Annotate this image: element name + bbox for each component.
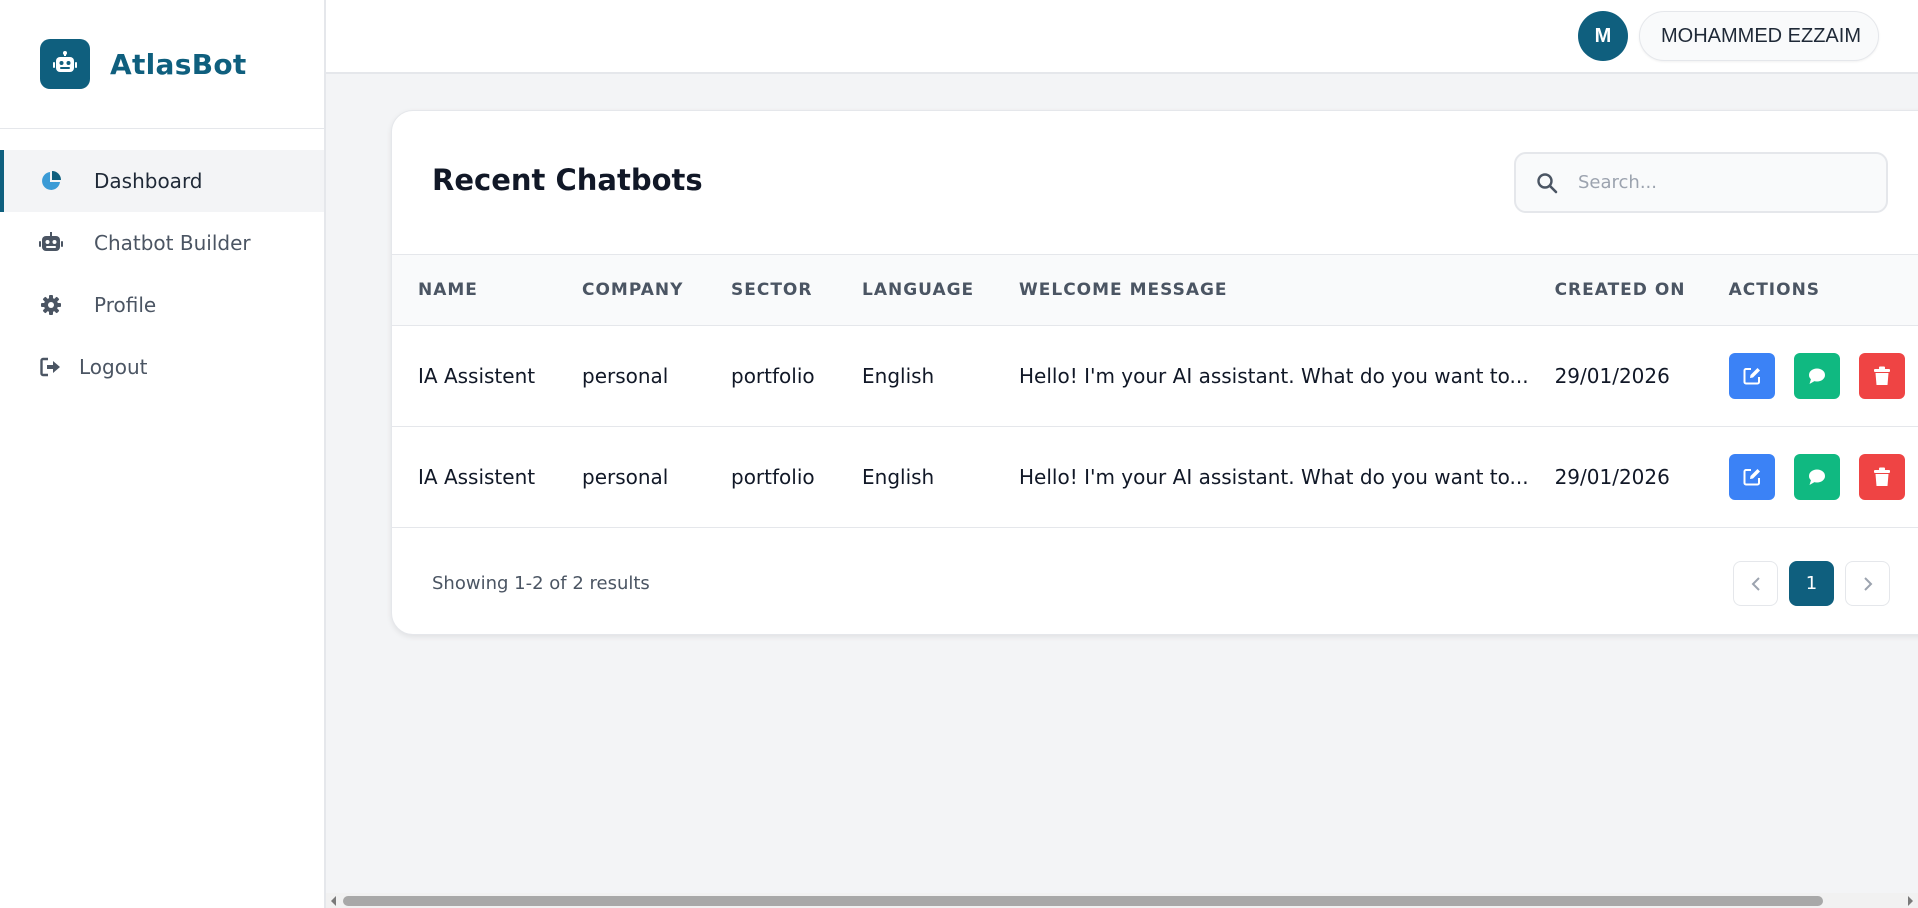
chat-bubble-icon — [1808, 368, 1825, 384]
cell-welcome-message: Hello! I'm your AI assistant. What do yo… — [1019, 465, 1529, 489]
brand: AtlasBot — [0, 0, 324, 129]
cell-name: IA Assistent — [418, 465, 536, 489]
scrollbar-thumb[interactable] — [343, 896, 1823, 906]
column-header-language[interactable]: LANGUAGE — [836, 255, 993, 326]
delete-button[interactable] — [1858, 353, 1905, 399]
search-icon — [1536, 171, 1560, 195]
avatar[interactable]: M — [1578, 11, 1628, 61]
column-header-welcome-message[interactable]: WELCOME MESSAGE — [993, 255, 1529, 326]
chat-bubble-icon — [1808, 469, 1825, 485]
sidebar: AtlasBot Dashboard Chatbot Builder Profi… — [0, 0, 326, 908]
page-title: Recent Chatbots — [432, 163, 703, 197]
sidebar-item-label: Profile — [94, 293, 157, 317]
cell-company: personal — [582, 465, 669, 489]
column-header-sector[interactable]: SECTOR — [705, 255, 836, 326]
pagination: 1 — [1733, 561, 1890, 606]
column-header-created-on[interactable]: CREATED ON — [1529, 255, 1703, 326]
trash-icon — [1873, 366, 1890, 385]
table-row: IA Assistent personal portfolio English … — [392, 427, 1918, 528]
chevron-left-icon — [1751, 576, 1760, 591]
edit-icon — [1743, 469, 1760, 486]
sidebar-item-label: Chatbot Builder — [94, 231, 251, 255]
robot-icon — [40, 39, 90, 89]
logout-icon — [38, 354, 64, 380]
table-row: IA Assistent personal portfolio English … — [392, 326, 1918, 427]
scroll-right-arrow-icon[interactable] — [1904, 895, 1916, 907]
sidebar-item-label: Logout — [79, 355, 148, 379]
search-input[interactable] — [1578, 172, 1868, 193]
cell-company: personal — [582, 364, 669, 388]
edit-button[interactable] — [1728, 353, 1775, 399]
cell-sector: portfolio — [731, 465, 815, 489]
column-header-actions: ACTIONS — [1728, 280, 1821, 300]
results-summary: Showing 1-2 of 2 results — [432, 573, 650, 594]
next-page-button[interactable] — [1845, 561, 1890, 606]
cell-created-on: 29/01/2026 — [1554, 364, 1670, 388]
edit-icon — [1743, 368, 1760, 385]
cell-language: English — [862, 465, 935, 489]
cell-language: English — [862, 364, 935, 388]
sidebar-item-label: Dashboard — [94, 169, 203, 193]
sidebar-item-dashboard[interactable]: Dashboard — [0, 150, 324, 212]
delete-button[interactable] — [1858, 454, 1905, 500]
scroll-left-arrow-icon[interactable] — [328, 895, 340, 907]
cell-sector: portfolio — [731, 364, 815, 388]
cell-actions — [1703, 427, 1918, 528]
gear-icon — [38, 292, 64, 318]
chatbots-table: NAME COMPANY SECTOR LANGUAGE WELCOME MES… — [392, 254, 1918, 528]
topbar: M MOHAMMED EZZAIM — [326, 0, 1918, 74]
pie-chart-icon — [38, 168, 64, 194]
brand-name: AtlasBot — [110, 47, 247, 81]
chat-button[interactable] — [1793, 353, 1840, 399]
chevron-right-icon — [1863, 576, 1872, 591]
sidebar-item-logout[interactable]: Logout — [0, 336, 324, 398]
cell-actions — [1703, 326, 1918, 427]
recent-chatbots-card: Recent Chatbots NAME COMPANY SECTOR LANG… — [391, 110, 1918, 635]
chat-button[interactable] — [1793, 454, 1840, 500]
table-header-row: NAME COMPANY SECTOR LANGUAGE WELCOME MES… — [392, 254, 1918, 326]
sidebar-nav: Dashboard Chatbot Builder Profile Logout — [0, 129, 324, 398]
table-footer: Showing 1-2 of 2 results 1 — [392, 529, 1918, 634]
cell-created-on: 29/01/2026 — [1554, 465, 1670, 489]
page-button-current[interactable]: 1 — [1789, 561, 1834, 606]
user-menu-button[interactable]: MOHAMMED EZZAIM — [1639, 11, 1879, 61]
cell-welcome-message: Hello! I'm your AI assistant. What do yo… — [1019, 364, 1529, 388]
sidebar-item-chatbot-builder[interactable]: Chatbot Builder — [0, 212, 324, 274]
column-header-company[interactable]: COMPANY — [556, 255, 705, 326]
column-header-name[interactable]: NAME — [392, 255, 556, 326]
sidebar-item-profile[interactable]: Profile — [0, 274, 324, 336]
cell-name: IA Assistent — [418, 364, 536, 388]
prev-page-button[interactable] — [1733, 561, 1778, 606]
search-box — [1514, 152, 1888, 213]
horizontal-scrollbar[interactable] — [326, 893, 1918, 908]
robot-icon — [38, 230, 64, 256]
edit-button[interactable] — [1728, 454, 1775, 500]
trash-icon — [1873, 467, 1890, 486]
